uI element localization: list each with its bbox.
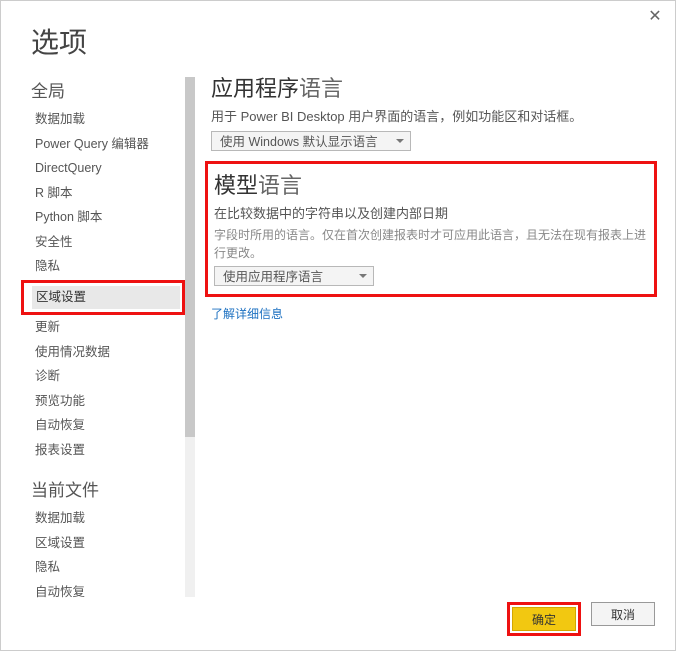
sidebar-section-current-file[interactable]: 当前文件 [31,476,181,501]
nav-cf-auto-recovery[interactable]: 自动恢复 [31,581,181,605]
nav-cf-privacy[interactable]: 隐私 [31,556,181,580]
chevron-down-icon [359,274,367,278]
nav-diagnostics[interactable]: 诊断 [31,365,181,389]
model-language-note: 字段时所用的语言。仅在首次创建报表时才可应用此语言，且无法在现有报表上进行更改。 [214,226,648,262]
nav-security[interactable]: 安全性 [31,231,181,255]
nav-auto-recovery[interactable]: 自动恢复 [31,414,181,438]
close-icon[interactable]: ✕ [647,9,663,25]
nav-regional-settings[interactable]: 区域设置 [32,286,180,310]
highlight-ok-button: 确定 [507,602,581,636]
nav-python-script[interactable]: Python 脚本 [31,206,181,230]
learn-more-link[interactable]: 了解详细信息 [211,305,283,322]
nav-usage-data[interactable]: 使用情况数据 [31,341,181,365]
sidebar-scrollbar-track[interactable] [185,77,195,597]
dialog-title: 选项 [31,21,87,61]
app-language-title: 应用程序语言 [211,71,651,103]
nav-report-settings[interactable]: 报表设置 [31,439,181,463]
dialog-footer: 确定 取消 [507,602,655,636]
nav-directquery[interactable]: DirectQuery [31,157,181,181]
app-language-dropdown[interactable]: 使用 Windows 默认显示语言 [211,131,411,151]
nav-updates[interactable]: 更新 [31,316,181,340]
nav-cf-regional[interactable]: 区域设置 [31,532,181,556]
sidebar-scrollbar-thumb[interactable] [185,77,195,437]
sidebar-section-global[interactable]: 全局 [31,77,181,102]
nav-cf-data-load[interactable]: 数据加载 [31,507,181,531]
settings-panel: 应用程序语言 用于 Power BI Desktop 用户界面的语言，例如功能区… [211,71,651,323]
highlight-regional-settings: 区域设置 [21,280,185,316]
app-language-subtitle: 用于 Power BI Desktop 用户界面的语言，例如功能区和对话框。 [211,107,651,127]
app-language-value: 使用 Windows 默认显示语言 [220,131,378,150]
ok-button[interactable]: 确定 [512,607,576,631]
model-language-dropdown[interactable]: 使用应用程序语言 [214,266,374,286]
sidebar: 全局 数据加载 Power Query 编辑器 DirectQuery R 脚本… [31,77,181,597]
nav-r-script[interactable]: R 脚本 [31,182,181,206]
cancel-button[interactable]: 取消 [591,602,655,626]
model-language-subtitle: 在比较数据中的字符串以及创建内部日期 [214,204,648,224]
model-language-title: 模型语言 [214,168,648,200]
nav-preview-features[interactable]: 预览功能 [31,390,181,414]
model-language-value: 使用应用程序语言 [223,266,323,285]
chevron-down-icon [396,139,404,143]
nav-pq-editor[interactable]: Power Query 编辑器 [31,133,181,157]
app-language-section: 应用程序语言 用于 Power BI Desktop 用户界面的语言，例如功能区… [211,71,651,151]
nav-privacy[interactable]: 隐私 [31,255,181,279]
nav-data-load[interactable]: 数据加载 [31,108,181,132]
highlight-model-language: 模型语言 在比较数据中的字符串以及创建内部日期 字段时所用的语言。仅在首次创建报… [205,161,657,297]
